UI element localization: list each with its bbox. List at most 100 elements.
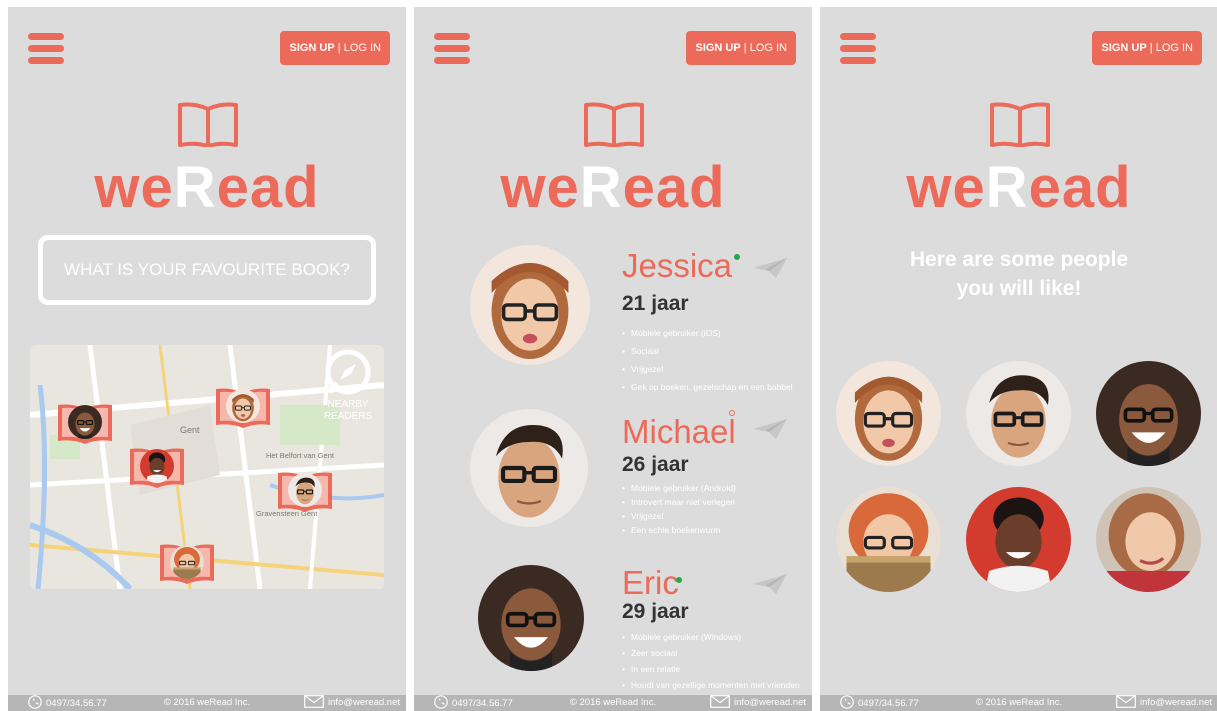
book-icon xyxy=(989,101,1051,147)
reader-pin[interactable] xyxy=(128,445,186,489)
profile-age: 26 jaar xyxy=(622,453,689,476)
profile-traits: Mobiele gebruiker (Windows) Zeer sociaal… xyxy=(622,629,807,693)
suggestions-screen: SIGN UP | LOG IN weRead Here are some pe… xyxy=(820,7,1217,711)
brand-ead: ead xyxy=(216,155,320,220)
brand-logo: weRead xyxy=(820,153,1217,223)
profiles-screen: SIGN UP | LOG IN weRead Jessica 21 jaar … xyxy=(414,7,812,711)
signup-link[interactable]: SIGN UP xyxy=(695,42,740,54)
profile-name[interactable]: Jessica xyxy=(622,246,732,286)
trait-item: Vrijgezel xyxy=(622,360,807,378)
reader-pin[interactable] xyxy=(276,469,334,513)
profile-avatar-michael[interactable] xyxy=(470,409,588,527)
brand-logo: weRead xyxy=(414,153,812,223)
brand-ead: ead xyxy=(1028,155,1132,220)
nearby-line2: READERS xyxy=(323,411,373,422)
paper-plane-icon[interactable] xyxy=(752,573,788,595)
book-icon xyxy=(583,101,645,147)
reader-avatar xyxy=(68,405,102,439)
mail-icon xyxy=(304,695,324,708)
footer-email-text: info@weread.net xyxy=(1140,697,1212,708)
profile-age: 21 jaar xyxy=(622,292,689,315)
reader-avatar xyxy=(140,449,174,483)
signup-link[interactable]: SIGN UP xyxy=(1101,42,1146,54)
offline-status-dot xyxy=(729,410,735,416)
brand-r: R xyxy=(579,155,623,220)
suggested-person[interactable] xyxy=(1096,361,1201,466)
mail-icon xyxy=(1116,695,1136,708)
paper-plane-icon[interactable] xyxy=(752,418,788,440)
headline-line1: Here are some people xyxy=(909,248,1129,271)
profile-avatar-eric[interactable] xyxy=(478,565,584,671)
auth-button[interactable]: SIGN UP | LOG IN xyxy=(1092,31,1202,65)
profile-name[interactable]: Michael xyxy=(622,412,736,452)
online-status-dot xyxy=(734,254,740,260)
footer: 0497/34.56.77 © 2016 weRead Inc. info@we… xyxy=(820,695,1217,711)
auth-button[interactable]: SIGN UP | LOG IN xyxy=(280,31,390,65)
login-link[interactable]: LOG IN xyxy=(750,42,787,54)
footer: 0497/34.56.77 © 2016 weRead Inc. info@we… xyxy=(8,695,406,711)
online-status-dot xyxy=(676,577,682,583)
footer-email[interactable]: info@weread.net xyxy=(1116,695,1212,711)
brand-r: R xyxy=(173,155,217,220)
trait-item: Mobiele gebruiker (Android) xyxy=(622,481,807,495)
suggested-person[interactable] xyxy=(836,487,941,592)
brand-r: R xyxy=(985,155,1029,220)
map-label-belfort: Het Belfort van Gent xyxy=(266,451,334,460)
suggested-people-grid xyxy=(836,361,1206,591)
reader-avatar xyxy=(170,545,204,579)
profile-avatar-jessica[interactable] xyxy=(470,245,590,365)
auth-separator: | xyxy=(743,42,747,54)
menu-icon[interactable] xyxy=(28,33,64,65)
reader-avatar xyxy=(226,389,260,423)
trait-item: Sociaal xyxy=(622,342,807,360)
reader-pin[interactable] xyxy=(214,385,272,429)
login-link[interactable]: LOG IN xyxy=(344,42,381,54)
trait-item: Gek op boeken, gezelschap en een babbel xyxy=(622,378,807,396)
reader-pin[interactable] xyxy=(56,401,114,445)
trait-item: Zeer sociaal xyxy=(622,645,807,661)
menu-icon[interactable] xyxy=(840,33,876,65)
nearby-line1: NEARBY xyxy=(327,399,369,410)
paper-plane-icon[interactable] xyxy=(752,257,788,279)
signup-link[interactable]: SIGN UP xyxy=(289,42,334,54)
favourite-book-input[interactable] xyxy=(38,235,376,305)
nearby-readers-button[interactable]: NEARBY READERS xyxy=(320,349,376,423)
footer: 0497/34.56.77 © 2016 weRead Inc. info@we… xyxy=(414,695,812,711)
trait-item: Vrijgezel xyxy=(622,509,807,523)
footer-email[interactable]: info@weread.net xyxy=(710,695,806,711)
mail-icon xyxy=(710,695,730,708)
profile-traits: Mobiele gebruiker (iOS) Sociaal Vrijgeze… xyxy=(622,324,807,396)
reader-avatar xyxy=(288,473,322,507)
brand-we: we xyxy=(500,155,580,220)
compass-icon xyxy=(325,349,371,395)
profile-age: 29 jaar xyxy=(622,600,689,623)
brand-logo: weRead xyxy=(8,153,406,223)
search-screen: SIGN UP | LOG IN weRead Gent Het Belfort… xyxy=(8,7,406,711)
profile-name[interactable]: Eric xyxy=(622,563,679,603)
footer-email[interactable]: info@weread.net xyxy=(304,695,400,711)
auth-separator: | xyxy=(1149,42,1153,54)
footer-email-text: info@weread.net xyxy=(328,697,400,708)
profile-traits: Mobiele gebruiker (Android) Introvert ma… xyxy=(622,481,807,537)
nearby-map[interactable]: Gent Het Belfort van Gent Gravensteen Ge… xyxy=(30,345,384,589)
trait-item: Een echte boekenwurm xyxy=(622,523,807,537)
trait-item: Mobiele gebruiker (iOS) xyxy=(622,324,807,342)
suggested-person[interactable] xyxy=(1096,487,1201,592)
brand-we: we xyxy=(94,155,174,220)
trait-item: In een relatie xyxy=(622,661,807,677)
suggestions-headline: Here are some people you will like! xyxy=(820,245,1217,303)
suggested-person[interactable] xyxy=(966,487,1071,592)
trait-item: Introvert maar niet verlegen xyxy=(622,495,807,509)
suggested-person[interactable] xyxy=(966,361,1071,466)
footer-email-text: info@weread.net xyxy=(734,697,806,708)
auth-button[interactable]: SIGN UP | LOG IN xyxy=(686,31,796,65)
trait-item: Houdt van gezellige momenten met vriende… xyxy=(622,677,807,693)
auth-separator: | xyxy=(337,42,341,54)
brand-we: we xyxy=(906,155,986,220)
login-link[interactable]: LOG IN xyxy=(1156,42,1193,54)
reader-pin[interactable] xyxy=(158,541,216,585)
menu-icon[interactable] xyxy=(434,33,470,65)
brand-ead: ead xyxy=(622,155,726,220)
suggested-person[interactable] xyxy=(836,361,941,466)
headline-line2: you will like! xyxy=(956,277,1082,300)
